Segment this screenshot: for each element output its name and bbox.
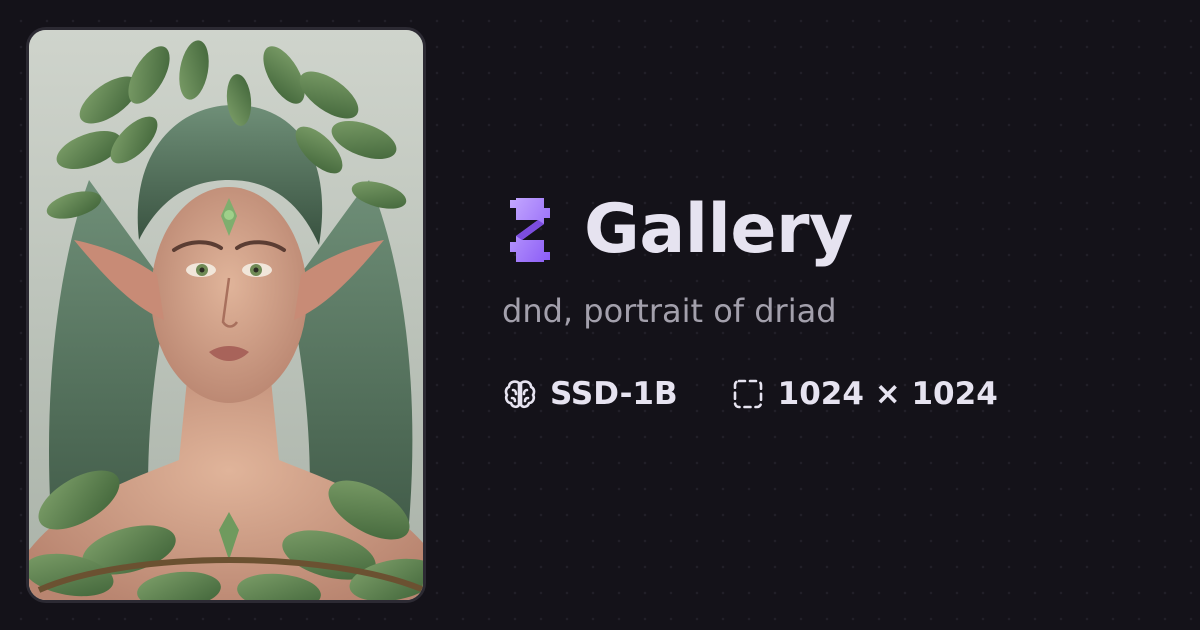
dashed-frame-icon [733, 380, 762, 409]
dryad-portrait-image [29, 30, 423, 600]
title-row: Gallery [502, 186, 1182, 274]
page-title: Gallery [584, 190, 853, 269]
brain-icon [504, 380, 536, 409]
model-name: SSD-1B [550, 375, 678, 412]
image-info-panel: Gallery dnd, portrait of driad SSD-1B 10… [502, 186, 1182, 414]
puzzle-bolt-logo-icon [510, 198, 550, 262]
model-info: SSD-1B [502, 376, 678, 412]
image-meta: SSD-1B 1024 × 1024 [502, 374, 1182, 414]
image-prompt: dnd, portrait of driad [502, 292, 837, 330]
gallery-image-card[interactable] [26, 27, 426, 603]
image-dimensions: 1024 × 1024 [777, 375, 998, 412]
dimensions-info: 1024 × 1024 [730, 376, 998, 412]
